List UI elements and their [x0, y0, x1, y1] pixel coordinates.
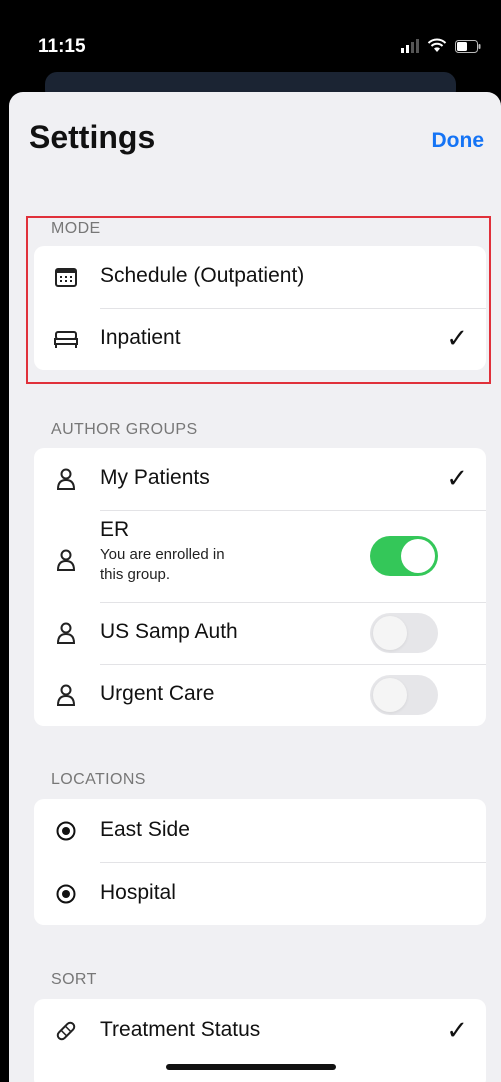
locations-card: East Side Hospital [34, 799, 486, 925]
author-group-us-samp-auth[interactable]: US Samp Auth [34, 602, 486, 664]
sort-option-label: Treatment Status [100, 1018, 261, 1041]
highlight-box [26, 216, 491, 384]
person-icon [54, 621, 78, 645]
done-button[interactable]: Done [432, 129, 485, 153]
sort-treatment-status[interactable]: Treatment Status ✓ [34, 999, 486, 1062]
author-groups-card: My Patients ✓ ER You are enrolled in thi… [34, 448, 486, 726]
author-group-label: Urgent Care [100, 682, 215, 705]
author-group-label: US Samp Auth [100, 620, 238, 643]
us-samp-auth-toggle[interactable] [370, 613, 438, 653]
bandage-icon [54, 1019, 78, 1043]
checkmark-icon: ✓ [446, 1015, 468, 1045]
battery-icon [455, 40, 481, 53]
author-group-label: ER [100, 518, 130, 541]
toggle-knob [401, 539, 435, 573]
toggle-knob [373, 616, 407, 650]
urgent-care-toggle[interactable] [370, 675, 438, 715]
author-group-er[interactable]: ER You are enrolled in this group. [34, 510, 486, 602]
signal-icon [401, 39, 419, 53]
location-label: Hospital [100, 881, 176, 904]
enrollment-note-line2: this group. [100, 566, 171, 583]
location-label: East Side [100, 818, 190, 841]
enrollment-note-line1: You are enrolled in [100, 546, 225, 563]
person-icon [54, 548, 78, 572]
toggle-knob [373, 678, 407, 712]
radio-selected-icon [54, 819, 78, 843]
checkmark-icon: ✓ [446, 463, 468, 493]
person-icon [54, 683, 78, 707]
status-icons [401, 38, 481, 53]
location-hospital[interactable]: Hospital [34, 862, 486, 925]
page-title: Settings [29, 119, 156, 155]
author-group-label: My Patients [100, 466, 210, 489]
radio-selected-icon [54, 882, 78, 906]
person-icon [54, 467, 78, 491]
status-time: 11:15 [38, 36, 86, 57]
wifi-icon [427, 38, 447, 52]
locations-section-header: LOCATIONS [51, 771, 146, 788]
sort-section-header: SORT [51, 971, 97, 988]
author-group-urgent-care[interactable]: Urgent Care [34, 664, 486, 726]
home-indicator [166, 1064, 336, 1070]
author-groups-section-header: AUTHOR GROUPS [51, 421, 198, 438]
er-group-toggle[interactable] [370, 536, 438, 576]
location-east-side[interactable]: East Side [34, 799, 486, 862]
author-group-my-patients[interactable]: My Patients ✓ [34, 448, 486, 510]
